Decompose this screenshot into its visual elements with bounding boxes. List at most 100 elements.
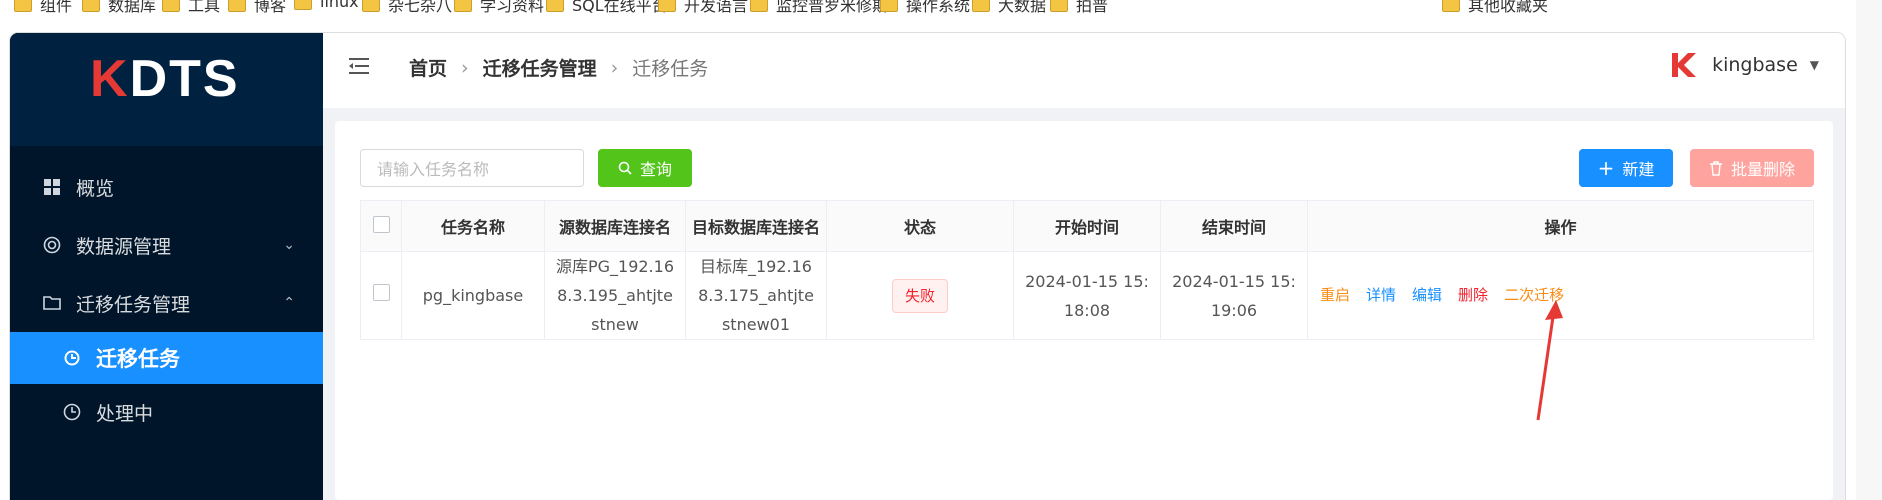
bookmark-label: 工具 xyxy=(188,0,221,15)
logo-text: DTS xyxy=(129,50,240,108)
breadcrumb: 首页 › 迁移任务管理 › 迁移任务 xyxy=(409,54,708,81)
sidebar-item-processing[interactable]: 处理中 xyxy=(10,383,323,441)
logo-area: KDTS xyxy=(10,33,323,146)
logo-k: K xyxy=(90,50,130,108)
bookmark-label: linux xyxy=(320,0,359,11)
sidebar-item-migration-management[interactable]: 迁移任务管理 ⌃ xyxy=(10,273,323,333)
start-time-cell: 2024-01-15 15:18:08 xyxy=(1013,251,1161,340)
bookmark-label: 其他收藏夹 xyxy=(1468,0,1549,15)
column-header: 任务名称 xyxy=(401,200,545,252)
column-header: 状态 xyxy=(826,200,1014,252)
folder-icon xyxy=(750,0,768,12)
folder-icon xyxy=(294,0,312,10)
restart-link[interactable]: 重启 xyxy=(1320,281,1350,310)
sidebar-item-migration-task[interactable]: 迁移任务 xyxy=(10,332,323,384)
query-button[interactable]: 查询 xyxy=(598,149,692,187)
column-header: 操作 xyxy=(1307,200,1814,252)
bookmark-folder[interactable]: 工具 xyxy=(162,0,220,16)
bookmark-folder[interactable]: 监控普罗米修斯 xyxy=(750,0,888,16)
menu-fold-icon[interactable] xyxy=(349,57,371,75)
folder-icon xyxy=(546,0,564,12)
sidebar-item-label: 处理中 xyxy=(96,402,154,425)
folder-icon xyxy=(1050,0,1068,12)
bookmarks-bar: 组件 数据库 工具 博客 linux 杂七杂八 学习资料 SQL在线平台 开发语… xyxy=(0,0,1882,24)
task-name-cell: pg_kingbase xyxy=(401,251,545,340)
bookmark-folder[interactable]: 组件 xyxy=(14,0,72,16)
chevron-down-icon: ⌄ xyxy=(283,237,295,253)
batch-delete-button[interactable]: 批量删除 xyxy=(1690,149,1814,187)
target-connection-cell: 目标库_192.168.3.175_ahtjtestnew01 xyxy=(685,251,827,340)
select-all-cell xyxy=(360,200,402,252)
table-header-row: 任务名称 源数据库连接名 目标数据库连接名 状态 开始时间 结束时间 操作 xyxy=(360,200,1814,252)
sidebar: KDTS 概览 数据源管理 ⌄ 迁移任务管理 ⌃ 迁移任务 处理中 xyxy=(10,33,323,500)
folder-open-icon xyxy=(42,293,62,313)
folder-icon xyxy=(14,0,32,12)
breadcrumb-separator: › xyxy=(461,56,469,79)
plus-icon: + xyxy=(1597,156,1615,180)
bookmark-label: SQL在线平台 xyxy=(572,0,668,15)
new-label: 新建 xyxy=(1622,160,1655,179)
content-card: 请输入任务名称 查询 + 新建 批量删除 任务名称 源数据库连接名 目标数据库连… xyxy=(335,121,1833,500)
bookmark-label: 杂七杂八 xyxy=(388,0,453,15)
select-all-checkbox[interactable] xyxy=(372,215,390,233)
batch-delete-label: 批量删除 xyxy=(1730,160,1795,179)
folder-icon xyxy=(880,0,898,12)
delete-link[interactable]: 删除 xyxy=(1458,281,1488,310)
breadcrumb-current: 迁移任务 xyxy=(632,58,709,80)
bookmark-label: 拍普 xyxy=(1076,0,1109,15)
task-table: 任务名称 源数据库连接名 目标数据库连接名 状态 开始时间 结束时间 操作 pg… xyxy=(360,200,1814,340)
chevron-up-icon: ⌃ xyxy=(283,295,295,311)
sidebar-item-label: 数据源管理 xyxy=(76,235,172,258)
bookmark-label: 组件 xyxy=(40,0,73,15)
bookmark-label: 开发语言 xyxy=(684,0,749,15)
column-header: 源数据库连接名 xyxy=(544,200,686,252)
new-button[interactable]: + 新建 xyxy=(1579,149,1673,187)
search-icon xyxy=(618,161,632,175)
bookmark-folder[interactable]: 操作系统 xyxy=(880,0,970,16)
status-cell: 失败 xyxy=(826,251,1014,340)
bookmark-folder[interactable]: linux xyxy=(294,0,359,11)
bookmark-folder[interactable]: 数据库 xyxy=(82,0,156,16)
table-row: pg_kingbase 源库PG_192.168.3.195_ahtjtestn… xyxy=(360,251,1814,340)
breadcrumb-home[interactable]: 首页 xyxy=(409,54,447,81)
app-window: KDTS 概览 数据源管理 ⌄ 迁移任务管理 ⌃ 迁移任务 处理中 首页 › 迁… xyxy=(10,33,1845,500)
bookmark-folder[interactable]: 博客 xyxy=(228,0,286,16)
bookmark-label: 监控普罗米修斯 xyxy=(776,0,889,15)
status-badge: 失败 xyxy=(891,278,948,313)
bookmark-folder[interactable]: SQL在线平台 xyxy=(546,0,668,16)
bookmark-folder[interactable]: 开发语言 xyxy=(658,0,748,16)
kingbase-logo-icon xyxy=(1672,53,1697,77)
task-name-search-input[interactable]: 请输入任务名称 xyxy=(360,149,584,187)
breadcrumb-separator: › xyxy=(610,56,619,79)
folder-icon xyxy=(82,0,100,12)
sidebar-item-datasource[interactable]: 数据源管理 ⌄ xyxy=(10,215,323,275)
breadcrumb-migration-management[interactable]: 迁移任务管理 xyxy=(483,54,597,81)
bookmark-folder[interactable]: 学习资料 xyxy=(454,0,544,16)
dashboard-icon xyxy=(42,177,62,197)
username: kingbase xyxy=(1712,54,1798,76)
detail-link[interactable]: 详情 xyxy=(1366,281,1396,310)
bookmark-folder[interactable]: 杂七杂八 xyxy=(362,0,452,16)
column-header: 结束时间 xyxy=(1160,200,1308,252)
folder-icon xyxy=(162,0,180,12)
bookmark-label: 博客 xyxy=(254,0,287,15)
edit-link[interactable]: 编辑 xyxy=(1412,281,1442,310)
bookmark-label: 学习资料 xyxy=(480,0,545,15)
bookmark-label: 大数据 xyxy=(998,0,1047,15)
bookmark-folder-other[interactable]: 其他收藏夹 xyxy=(1442,0,1548,16)
trash-icon xyxy=(1709,160,1722,176)
caret-down-icon: ▼ xyxy=(1809,58,1819,72)
row-select-cell xyxy=(360,251,402,340)
sidebar-item-label: 迁移任务 xyxy=(96,347,180,371)
row-checkbox[interactable] xyxy=(372,284,390,301)
bookmark-folder[interactable]: 拍普 xyxy=(1050,0,1108,16)
folder-icon xyxy=(1442,0,1460,12)
folder-icon xyxy=(454,0,472,12)
user-menu[interactable]: kingbase ▼ xyxy=(1668,49,1819,81)
clock-icon xyxy=(62,402,82,422)
folder-icon xyxy=(228,0,246,12)
bookmark-folder[interactable]: 大数据 xyxy=(972,0,1046,16)
sidebar-item-label: 迁移任务管理 xyxy=(76,293,191,316)
search-placeholder: 请输入任务名称 xyxy=(377,160,490,179)
sidebar-item-overview[interactable]: 概览 xyxy=(10,157,323,217)
